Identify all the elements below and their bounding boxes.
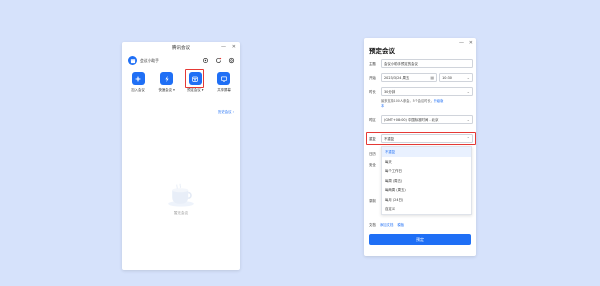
join-meeting-action[interactable]: 加入会议: [126, 72, 150, 92]
refresh-icon[interactable]: [214, 56, 222, 64]
tencent-meeting-window: 腾讯会议 — ✕ 会议小助手 加入会议 快速会议 ▾ 预定会议 ▾ 共享屏幕 历…: [122, 42, 240, 270]
upgrade-link[interactable]: 升级版: [434, 99, 444, 103]
schedule-meeting-action[interactable]: 预定会议 ▾: [183, 69, 207, 92]
calendar-label: 日历: [369, 152, 376, 156]
repeat-option[interactable]: 每周 (周五): [382, 176, 471, 186]
share-screen-action[interactable]: 共享屏幕: [212, 72, 236, 92]
repeat-select[interactable]: 不重复 ⌃: [381, 134, 473, 143]
repeat-option[interactable]: 每天: [382, 157, 471, 167]
schedule-submit-button[interactable]: 预定: [369, 234, 471, 245]
minimize-button[interactable]: —: [221, 44, 226, 50]
share-screen-label: 共享屏幕: [217, 88, 231, 92]
top-icons: [201, 56, 235, 64]
repeat-option[interactable]: 不重复: [382, 147, 471, 157]
start-time: 10:30: [442, 75, 452, 80]
join-meeting-button[interactable]: [131, 72, 145, 85]
repeat-row: 重复 不重复 ⌃: [369, 134, 473, 143]
monitor-icon: [221, 75, 227, 82]
duration-select[interactable]: 30分钟 ⌄: [381, 87, 473, 96]
quick-meeting-action[interactable]: 快速会议 ▾: [155, 72, 179, 92]
username: 会议小助手: [140, 57, 159, 63]
timezone-value: (GMT+08:00) 中国标准时间 - 北京: [384, 118, 439, 122]
history-meetings-link[interactable]: 历史会议 ›: [218, 109, 234, 114]
close-button[interactable]: ✕: [232, 44, 236, 50]
start-fields: 2023/3/24 周五 ▦ 10:30 ⌄: [381, 73, 473, 82]
timezone-label: 时区: [369, 118, 376, 122]
highlight-box: [185, 69, 205, 88]
schedule-meeting-window: — ✕ 预定会议 主题 会议小助手预定的会议 开始 2023/3/24 周五 ▦…: [364, 38, 476, 256]
topic-row: 主题 会议小助手预定的会议: [369, 59, 473, 68]
close-button[interactable]: ✕: [469, 40, 473, 46]
duration-row: 时长 30分钟 ⌄: [369, 87, 473, 96]
document-row: 文档 添加文档 模板: [369, 222, 404, 227]
calendar-small-icon: ▦: [430, 75, 435, 80]
repeat-dropdown: 不重复 每天 每个工作日 每周 (周五) 每两周 (周五) 每月 (24日) 自…: [381, 146, 472, 215]
chevron-up-icon: ⌃: [466, 136, 470, 141]
coffee-cup-icon: [168, 183, 194, 207]
topic-value: 会议小助手预定的会议: [384, 62, 418, 66]
page-title: 预定会议: [369, 47, 395, 55]
start-date-field[interactable]: 2023/3/24 周五 ▦: [381, 73, 438, 82]
action-bar: 加入会议 快速会议 ▾ 预定会议 ▾ 共享屏幕: [126, 69, 236, 92]
calendar-avatar-icon: [130, 58, 135, 63]
lightning-icon: [165, 75, 169, 82]
chevron-down-icon: ⌄: [466, 89, 470, 94]
start-date: 2023/3/24 周五: [384, 76, 410, 80]
minimize-button[interactable]: —: [459, 40, 464, 46]
repeat-value: 不重复: [384, 137, 395, 141]
repeat-label: 重复: [369, 137, 376, 141]
empty-label: 暂无会议: [173, 211, 189, 215]
topic-input[interactable]: 会议小助手预定的会议: [381, 59, 473, 68]
template-link[interactable]: 模板: [397, 222, 404, 227]
timezone-row: 时区 (GMT+08:00) 中国标准时间 - 北京 ⌄: [369, 115, 473, 124]
join-meeting-label: 加入会议: [131, 88, 145, 92]
chevron-down-icon: ⌄: [466, 117, 470, 122]
start-row: 开始 2023/3/24 周五 ▦ 10:30 ⌄: [369, 73, 473, 82]
topic-label: 主题: [369, 62, 376, 66]
empty-state: 暂无会议: [122, 182, 240, 216]
security-label: 安全: [369, 163, 376, 167]
timezone-select[interactable]: (GMT+08:00) 中国标准时间 - 北京 ⌄: [381, 115, 473, 124]
upgrade-link-continued[interactable]: 本: [381, 104, 384, 108]
avatar[interactable]: [128, 56, 137, 65]
upgrade-note: 最多支持100人参会，5个会议时长，升级版 本: [381, 99, 471, 109]
note-text: 最多支持100人参会，5个会议时长，: [381, 99, 434, 103]
repeat-option[interactable]: 每月 (24日): [382, 195, 471, 205]
start-label: 开始: [369, 76, 376, 80]
start-time-field[interactable]: 10:30 ⌄: [439, 73, 473, 82]
plus-icon: [135, 76, 141, 81]
record-label: 录制: [369, 199, 376, 203]
quick-meeting-label: 快速会议 ▾: [158, 88, 175, 92]
quick-meeting-button[interactable]: [160, 72, 174, 85]
duration-label: 时长: [369, 90, 376, 94]
gear-icon[interactable]: [227, 56, 235, 64]
repeat-option[interactable]: 每两周 (周五): [382, 185, 471, 195]
settings-icon[interactable]: [201, 56, 209, 64]
chevron-down-icon: ⌄: [466, 75, 470, 80]
add-document-link[interactable]: 添加文档: [380, 222, 394, 227]
repeat-option[interactable]: 自定义: [382, 204, 471, 214]
document-label: 文档: [369, 223, 376, 227]
repeat-option[interactable]: 每个工作日: [382, 166, 471, 176]
duration-value: 30分钟: [384, 90, 396, 94]
user-profile[interactable]: 会议小助手: [128, 56, 159, 65]
share-screen-button[interactable]: [217, 72, 231, 85]
